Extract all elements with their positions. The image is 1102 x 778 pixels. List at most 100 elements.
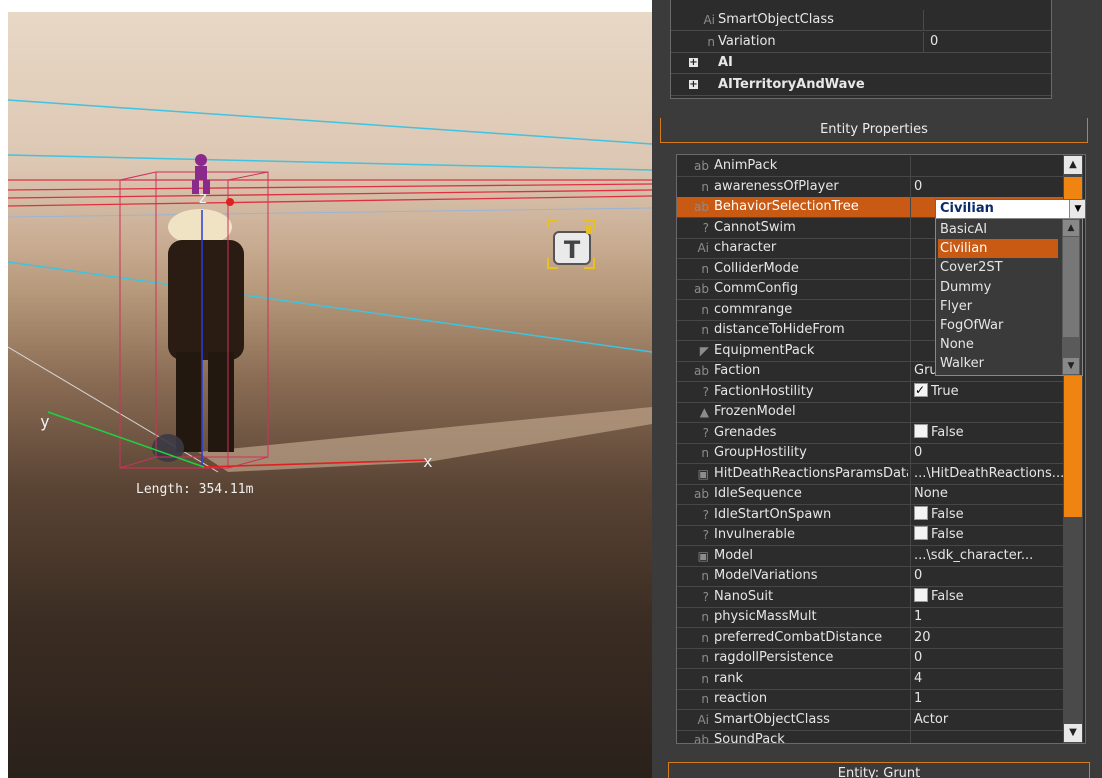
property-row[interactable]: n awarenessOfPlayer 0 [677, 176, 1064, 198]
dropdown-option[interactable]: Flyer [938, 297, 1058, 316]
property-value[interactable]: 0 [923, 32, 938, 52]
property-value[interactable]: 0 [910, 176, 1064, 197]
property-row[interactable]: ? Grenades False [677, 422, 1064, 444]
checkbox[interactable] [914, 505, 928, 520]
ai-type-icon: Ai [697, 712, 709, 727]
property-row[interactable]: n rank 4 [677, 668, 1064, 690]
property-row[interactable]: n Variation 0 [671, 32, 1051, 53]
string-type-icon: ab [694, 733, 709, 744]
property-row[interactable]: ▣ HitDeathReactionsParamsDataFile...\HitD… [677, 463, 1064, 485]
property-value[interactable] [910, 730, 1064, 743]
viewport-overlay [8, 99, 652, 473]
chevron-down-icon[interactable]: ▼ [1069, 200, 1085, 218]
group-row-ai[interactable]: + AI [671, 53, 1051, 74]
property-row[interactable]: n physicMassMult 1 [677, 607, 1063, 628]
property-row[interactable]: ab IdleSequence None [677, 484, 1063, 505]
checkbox[interactable] [914, 423, 928, 438]
bool-type-icon: ? [702, 220, 709, 235]
checkbox[interactable] [914, 526, 928, 540]
property-value[interactable]: 0 [910, 443, 1064, 463]
equipment-icon: ◤ [699, 343, 709, 358]
entity-properties-list: ab AnimPack n awarenessOfPlayer 0 ab BehaviorS… [676, 154, 1086, 744]
property-row[interactable]: ab SoundPack [677, 730, 1064, 744]
property-row[interactable]: ? FactionHostility True [677, 381, 1064, 403]
property-row[interactable]: ? NanoSuit False [677, 586, 1064, 608]
dropdown-scrollbar[interactable]: ▲ ▼ [1062, 219, 1080, 375]
scroll-down-icon[interactable]: ▼ [1063, 358, 1079, 374]
checkbox[interactable] [914, 587, 928, 602]
number-type-icon: n [701, 692, 709, 706]
group-name: AITerritoryAndWave [718, 77, 865, 92]
dropdown-option[interactable]: None [938, 335, 1058, 354]
property-value[interactable]: False [910, 525, 1064, 545]
property-row[interactable]: Ai SmartObjectClass Actor [677, 709, 1064, 731]
property-value[interactable]: None [910, 484, 1064, 504]
property-name: CannotSwim [714, 219, 796, 235]
property-value[interactable]: 1 [910, 689, 1064, 709]
group-row-aiterritory[interactable]: + AITerritoryAndWave [671, 75, 1051, 96]
tagpoint-icon[interactable]: T [546, 218, 596, 270]
property-row[interactable]: n ModelVariations 0 [677, 566, 1063, 587]
property-value[interactable]: 1 [910, 607, 1064, 627]
property-name: HitDeathReactionsParamsDataFile [714, 465, 908, 481]
number-type-icon: n [701, 446, 709, 460]
property-value[interactable] [910, 156, 1064, 176]
cyan-guide-line [8, 154, 652, 171]
property-row[interactable]: n reaction 1 [677, 689, 1063, 710]
behavior-tree-combobox[interactable]: Civilian ▼ [935, 199, 1085, 219]
behavior-tree-dropdown-list[interactable]: BasicAI Civilian Cover2ST Dummy Flyer FogOfWa… [935, 218, 1083, 376]
file-icon: ▣ [697, 548, 709, 563]
property-row[interactable]: n preferredCombatDistance 20 [677, 627, 1064, 649]
property-value[interactable]: True [910, 381, 1064, 402]
property-value[interactable] [923, 10, 930, 30]
scroll-down-icon[interactable]: ▼ [1064, 724, 1082, 742]
property-name: distanceToHideFrom [714, 322, 845, 337]
property-row[interactable]: n ragdollPersistence 0 [677, 648, 1063, 669]
property-name: SoundPack [714, 732, 785, 744]
property-row[interactable]: ab AnimPack [677, 156, 1063, 177]
checkbox[interactable] [914, 382, 928, 400]
property-value[interactable]: 4 [910, 668, 1064, 689]
viewport-3d[interactable]: y x z Length: 354.11m T [8, 12, 652, 778]
dropdown-option[interactable]: BasicAI [938, 220, 1058, 239]
dropdown-option[interactable]: Walker [938, 354, 1058, 373]
property-row[interactable]: ▣ Model ...\sdk_character... [677, 545, 1064, 567]
property-value[interactable]: False [910, 586, 1064, 607]
property-row[interactable]: ? IdleStartOnSpawn False [677, 504, 1064, 526]
property-value[interactable]: 0 [910, 648, 1064, 668]
property-name: Model [714, 547, 754, 563]
expand-plus-icon[interactable]: + [689, 58, 698, 68]
entity-pivot-marker [226, 198, 234, 206]
dropdown-option[interactable]: Civilian [938, 239, 1058, 259]
number-type-icon: n [701, 671, 709, 686]
property-value[interactable]: Actor [910, 709, 1064, 730]
property-value[interactable] [910, 402, 1064, 422]
bool-type-icon: ? [702, 507, 709, 522]
property-value[interactable]: ...\sdk_character... [910, 545, 1064, 566]
property-name: FrozenModel [714, 404, 796, 419]
property-value[interactable]: ...\HitDeathReactions... [910, 463, 1064, 484]
property-row[interactable]: ? Invulnerable False [677, 525, 1063, 546]
property-row[interactable]: Ai SmartObjectClass [671, 10, 1051, 31]
dropdown-option[interactable]: Dummy [938, 278, 1058, 297]
string-type-icon: ab [694, 487, 709, 501]
property-value[interactable]: False [910, 422, 1064, 443]
scroll-up-icon[interactable]: ▲ [1064, 156, 1082, 174]
scroll-thumb[interactable] [1063, 237, 1079, 337]
group-name: AI [718, 55, 733, 70]
expand-plus-icon[interactable]: + [689, 80, 698, 90]
property-name: character [714, 240, 777, 255]
entity-properties-header[interactable]: Entity Properties [660, 118, 1088, 143]
pale-guide-line [8, 207, 652, 218]
dropdown-option[interactable]: FogOfWar [938, 316, 1058, 335]
property-name: Faction [714, 363, 761, 378]
property-row[interactable]: n GroupHostility 0 [677, 443, 1063, 464]
property-value[interactable]: False [910, 504, 1064, 525]
property-row[interactable]: ▲ FrozenModel [677, 402, 1063, 423]
dropdown-option[interactable]: Cover2ST [938, 258, 1058, 277]
property-name: awarenessOfPlayer [714, 178, 839, 194]
property-value[interactable]: 20 [910, 627, 1064, 648]
scroll-up-icon[interactable]: ▲ [1063, 220, 1079, 236]
entity-section-header[interactable]: Entity: Grunt [668, 762, 1090, 778]
property-value[interactable]: 0 [910, 566, 1064, 586]
